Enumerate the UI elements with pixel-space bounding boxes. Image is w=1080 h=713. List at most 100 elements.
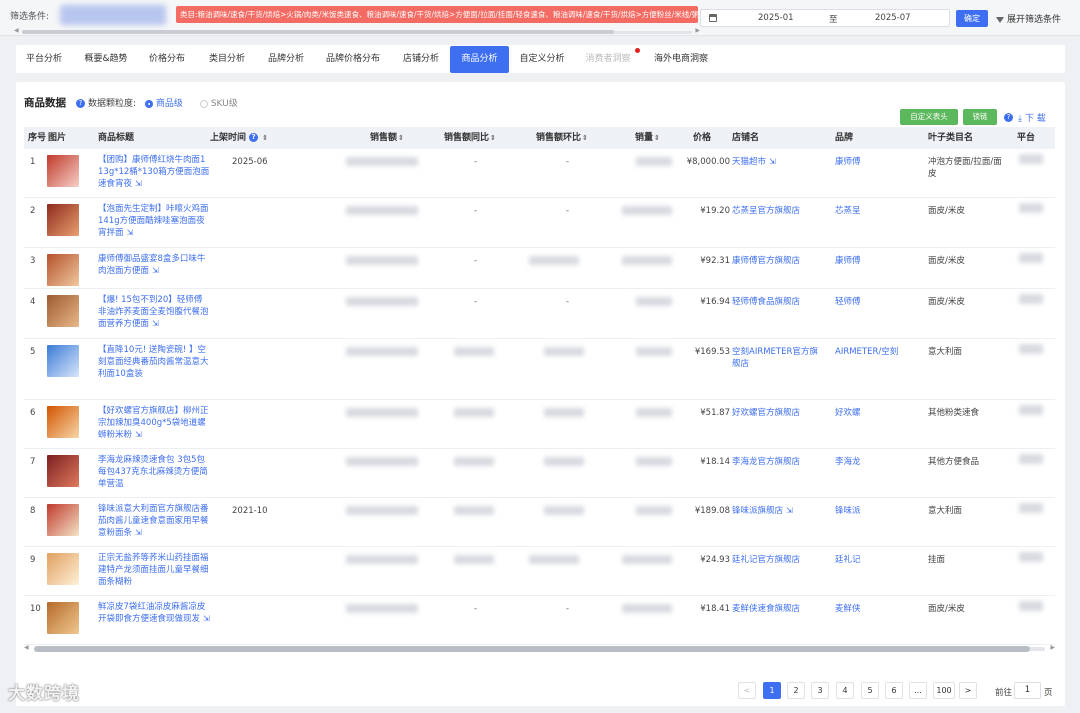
confirm-button[interactable]: 确定 <box>956 10 988 27</box>
tab-platform[interactable]: 平台分析 <box>16 46 72 73</box>
table-row[interactable]: 1 【团购】康师傅红烧牛肉面113g*12桶*130箱方便面泡面速食宵夜 ⇲ 20… <box>24 149 1055 198</box>
product-title[interactable]: 鲜凉皮7袋红油凉皮麻酱凉皮开袋即食方便速食现做现发 ⇲ <box>98 601 210 625</box>
col-listed[interactable]: 上架时间 ? ⇕ <box>210 127 268 149</box>
product-image[interactable] <box>47 204 79 236</box>
tab-brand[interactable]: 品牌分析 <box>259 46 313 73</box>
brand-name[interactable]: 锋味派 <box>835 505 907 517</box>
tab-brand-price[interactable]: 品牌价格分布 <box>318 46 388 73</box>
external-link-icon[interactable]: ⇲ <box>127 228 134 237</box>
filter-scrollbar[interactable]: ◀ ▶ <box>14 27 700 34</box>
date-range-picker[interactable]: 2025-01 至 2025-07 <box>700 9 950 27</box>
table-row[interactable]: 3 康师傅御品盛宴8盒多口味牛肉泡面方便面 ⇲ - ¥92.31 康师傅官方旗舰店… <box>24 248 1055 289</box>
page-button[interactable]: 5 <box>861 682 879 699</box>
page-button[interactable]: 6 <box>885 682 903 699</box>
scroll-left-icon[interactable]: ◀ <box>24 644 29 651</box>
product-title[interactable]: 李海龙麻辣烫速食包 3包5包 每包437克东北麻辣烫方便简单营温 <box>98 454 210 490</box>
expand-filter-button[interactable]: 展开筛选条件 <box>996 12 1061 25</box>
sort-icon[interactable]: ⇕ <box>582 134 588 142</box>
table-row[interactable]: 9 正宗无盐荞等荞米山药挂面福建特产龙须面挂面儿童早餐细面条糊粉 ¥24.93 … <box>24 547 1055 596</box>
radio-product[interactable]: 商品级 <box>144 99 183 109</box>
external-link-icon[interactable]: ⇲ <box>203 614 210 623</box>
page-button[interactable]: 2 <box>787 682 805 699</box>
brand-name[interactable]: 麦鲜侠 <box>835 603 907 615</box>
table-row[interactable]: 2 【泡面先生定制】咔嚓火鸡面141g方便面酷辣哇塞泡面夜宵拌面 ⇲ - - ¥1… <box>24 198 1055 248</box>
product-title[interactable]: 正宗无盐荞等荞米山药挂面福建特产龙须面挂面儿童早餐细面条糊粉 <box>98 552 210 588</box>
col-sales[interactable]: 销售额⇕ <box>370 127 404 149</box>
product-title[interactable]: 康师傅御品盛宴8盒多口味牛肉泡面方便面 ⇲ <box>98 253 210 277</box>
product-image[interactable] <box>47 295 79 327</box>
external-link-icon[interactable]: ⇲ <box>786 506 793 515</box>
external-link-icon[interactable]: ⇲ <box>135 430 142 439</box>
page-button[interactable]: 4 <box>836 682 854 699</box>
page-ellipsis[interactable]: ... <box>909 682 927 699</box>
product-image[interactable] <box>47 345 79 377</box>
brand-name[interactable]: 好欢螺 <box>835 407 907 419</box>
product-image[interactable] <box>47 553 79 585</box>
table-row[interactable]: 4 【爆! 15包不到20】轻师傅非油炸荞麦面全麦饱腹代餐泡面营养方便面 ⇲ - … <box>24 289 1055 339</box>
lock-button[interactable]: 锁链 <box>963 109 997 125</box>
col-volume[interactable]: 销量⇕ <box>635 127 660 149</box>
brand-name[interactable]: 轻师傅 <box>835 296 907 308</box>
sort-icon[interactable]: ⇕ <box>654 134 660 142</box>
scroll-right-icon[interactable]: ▶ <box>695 27 700 34</box>
product-title[interactable]: 【爆! 15包不到20】轻师傅非油炸荞麦面全麦饱腹代餐泡面营养方便面 ⇲ <box>98 294 210 330</box>
tab-consumer[interactable]: 消费者洞察 <box>578 46 640 73</box>
brand-name[interactable]: 芯蒸呈 <box>835 205 907 217</box>
page-button[interactable]: 1 <box>763 682 781 699</box>
product-title[interactable]: 锋味派意大利面官方旗舰店番茄肉酱儿童速食意面家用早餐意粉面条 ⇲ <box>98 503 210 539</box>
sort-icon[interactable]: ⇕ <box>398 134 404 142</box>
tab-custom[interactable]: 自定义分析 <box>514 46 570 73</box>
table-row[interactable]: 7 李海龙麻辣烫速食包 3包5包 每包437克东北麻辣烫方便简单营温 ¥18.1… <box>24 449 1055 498</box>
external-link-icon[interactable]: ⇲ <box>135 179 142 188</box>
brand-name[interactable]: 康师傅 <box>835 156 907 168</box>
product-title[interactable]: 【团购】康师傅红烧牛肉面113g*12桶*130箱方便面泡面速食宵夜 ⇲ <box>98 154 210 190</box>
help-icon[interactable]: ? <box>249 133 259 142</box>
help-icon[interactable]: ? <box>76 99 85 108</box>
shop-name[interactable]: 天猫超市 ⇲ <box>732 156 818 168</box>
external-link-icon[interactable]: ⇲ <box>769 157 776 166</box>
product-image[interactable] <box>47 254 79 286</box>
page-button[interactable]: 100 <box>933 682 955 699</box>
product-title[interactable]: 【直降10元! 送陶瓷碗! 】空刻意面经典番茄肉酱常温意大利面10盒装 <box>98 344 210 380</box>
shop-name[interactable]: 轻师傅食品旗舰店 <box>732 296 818 308</box>
goto-page-input[interactable]: 1 <box>1014 682 1041 699</box>
shop-name[interactable]: 空刻AIRMETER官方旗舰店 <box>732 346 818 370</box>
download-button[interactable]: ⤓ 下 载 <box>1018 111 1046 124</box>
blurred-filter-chip[interactable] <box>60 5 166 25</box>
tab-price-dist[interactable]: 价格分布 <box>140 46 194 73</box>
col-mom[interactable]: 销售额环比⇕ <box>536 127 588 149</box>
product-image[interactable] <box>47 155 79 187</box>
date-end[interactable]: 2025-07 <box>875 13 911 23</box>
prev-page-button[interactable]: < <box>738 682 756 699</box>
radio-sku[interactable]: SKU级 <box>199 99 238 109</box>
product-title[interactable]: 【泡面先生定制】咔嚓火鸡面141g方便面酷辣哇塞泡面夜宵拌面 ⇲ <box>98 203 210 239</box>
external-link-icon[interactable]: ⇲ <box>152 266 159 275</box>
product-image[interactable] <box>47 455 79 487</box>
table-row[interactable]: 5 【直降10元! 送陶瓷碗! 】空刻意面经典番茄肉酱常温意大利面10盒装 ¥1… <box>24 339 1055 400</box>
table-row[interactable]: 6 【好欢螺官方旗舰店】柳州正宗加辣加臭400g*5袋地道螺蛳粉米粉 ⇲ ¥51.… <box>24 400 1055 449</box>
product-title[interactable]: 【好欢螺官方旗舰店】柳州正宗加辣加臭400g*5袋地道螺蛳粉米粉 ⇲ <box>98 405 210 441</box>
product-image[interactable] <box>47 602 79 634</box>
shop-name[interactable]: 康师傅官方旗舰店 <box>732 255 818 267</box>
next-page-button[interactable]: > <box>959 682 977 699</box>
brand-name[interactable]: AIRMETER/空刻 <box>835 346 907 358</box>
col-yoy[interactable]: 销售额同比⇕ <box>444 127 496 149</box>
tab-overview[interactable]: 概要&趋势 <box>78 46 134 73</box>
tab-product[interactable]: 商品分析 <box>450 46 509 73</box>
shop-name[interactable]: 锋味派旗舰店 ⇲ <box>732 505 818 517</box>
product-image[interactable] <box>47 406 79 438</box>
page-button[interactable]: 3 <box>811 682 829 699</box>
scroll-thumb[interactable] <box>22 30 614 34</box>
tab-overseas[interactable]: 海外电商洞察 <box>648 46 714 73</box>
scroll-thumb[interactable] <box>34 646 1030 652</box>
scroll-right-icon[interactable]: ▶ <box>1050 644 1055 651</box>
tab-shop[interactable]: 店铺分析 <box>394 46 448 73</box>
brand-name[interactable]: 康师傅 <box>835 255 907 267</box>
table-row[interactable]: 8 锋味派意大利面官方旗舰店番茄肉酱儿童速食意面家用早餐意粉面条 ⇲ 2021-1… <box>24 498 1055 547</box>
external-link-icon[interactable]: ⇲ <box>135 528 142 537</box>
external-link-icon[interactable]: ⇲ <box>152 319 159 328</box>
product-image[interactable] <box>47 504 79 536</box>
shop-name[interactable]: 麦鲜侠速食旗舰店 <box>732 603 818 615</box>
table-row[interactable]: 10 鲜凉皮7袋红油凉皮麻酱凉皮开袋即食方便速食现做现发 ⇲ - - ¥18.41… <box>24 596 1055 645</box>
shop-name[interactable]: 李海龙官方旗舰店 <box>732 456 818 468</box>
